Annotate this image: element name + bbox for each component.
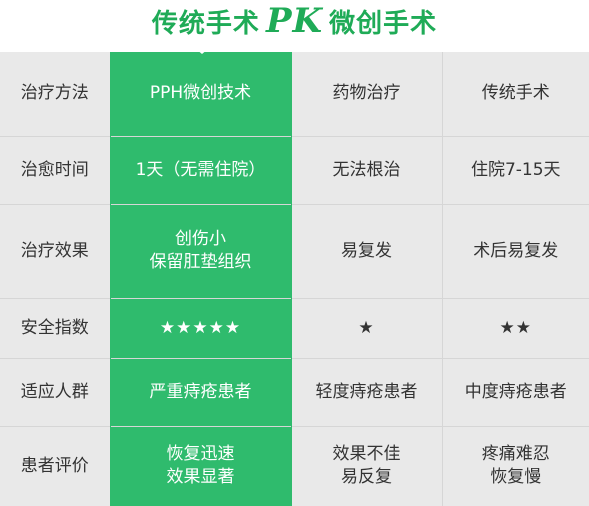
drug-cell: 易复发	[290, 203, 442, 298]
table-row: 安全指数 ★★★★★ ★ ★★	[0, 297, 589, 358]
drug-cell: 无法根治	[290, 135, 442, 204]
pph-cell: 恢复迅速 效果显著	[109, 425, 291, 506]
row-label: 安全指数	[0, 297, 110, 358]
traditional-rating: ★★	[441, 297, 589, 358]
table-row: 治疗方法 PPH微创技术 药物治疗 传统手术	[0, 52, 589, 136]
row-label: 治疗效果	[0, 203, 110, 298]
row-label: 适应人群	[0, 357, 110, 426]
drug-cell: 药物治疗	[290, 52, 442, 136]
header: 传统手术 PK 微创手术	[0, 0, 589, 54]
title-left: 传统手术	[151, 9, 260, 39]
title-pk: PK	[265, 1, 324, 41]
table-row: 治疗效果 创伤小 保留肛垫组织 易复发 术后易复发	[0, 203, 589, 298]
pph-cell: 创伤小 保留肛垫组织	[109, 203, 291, 298]
table-row: 治愈时间 1天（无需住院） 无法根治 住院7-15天	[0, 135, 589, 204]
row-label: 治愈时间	[0, 135, 110, 204]
table-row: 适应人群 严重痔疮患者 轻度痔疮患者 中度痔疮患者	[0, 357, 589, 426]
traditional-cell: 传统手术	[441, 52, 589, 136]
pph-cell: 严重痔疮患者	[109, 357, 291, 426]
drug-cell: 轻度痔疮患者	[290, 357, 442, 426]
traditional-cell: 术后易复发	[441, 203, 589, 298]
comparison-table: 治疗方法 PPH微创技术 药物治疗 传统手术 治愈时间 1天（无需住院） 无法根…	[0, 52, 589, 506]
pph-rating: ★★★★★	[109, 297, 291, 358]
row-label: 治疗方法	[0, 52, 110, 136]
traditional-cell: 疼痛难忍 恢复慢	[441, 425, 589, 506]
header-pointer	[190, 44, 214, 54]
pph-cell: 1天（无需住院）	[109, 135, 291, 204]
comparison-page: 传统手术 PK 微创手术 治疗方法 PPH微创技术 药物治疗 传统手术 治愈时间 1…	[0, 0, 589, 506]
pph-cell: PPH微创技术	[109, 52, 291, 136]
drug-rating: ★	[290, 297, 442, 358]
traditional-cell: 中度痔疮患者	[441, 357, 589, 426]
traditional-cell: 住院7-15天	[441, 135, 589, 204]
title-right: 微创手术	[329, 9, 438, 39]
row-label: 患者评价	[0, 425, 110, 506]
table-row: 患者评价 恢复迅速 效果显著 效果不佳 易反复 疼痛难忍 恢复慢	[0, 425, 589, 506]
page-title: 传统手术 PK 微创手术	[152, 4, 437, 41]
drug-cell: 效果不佳 易反复	[290, 425, 442, 506]
